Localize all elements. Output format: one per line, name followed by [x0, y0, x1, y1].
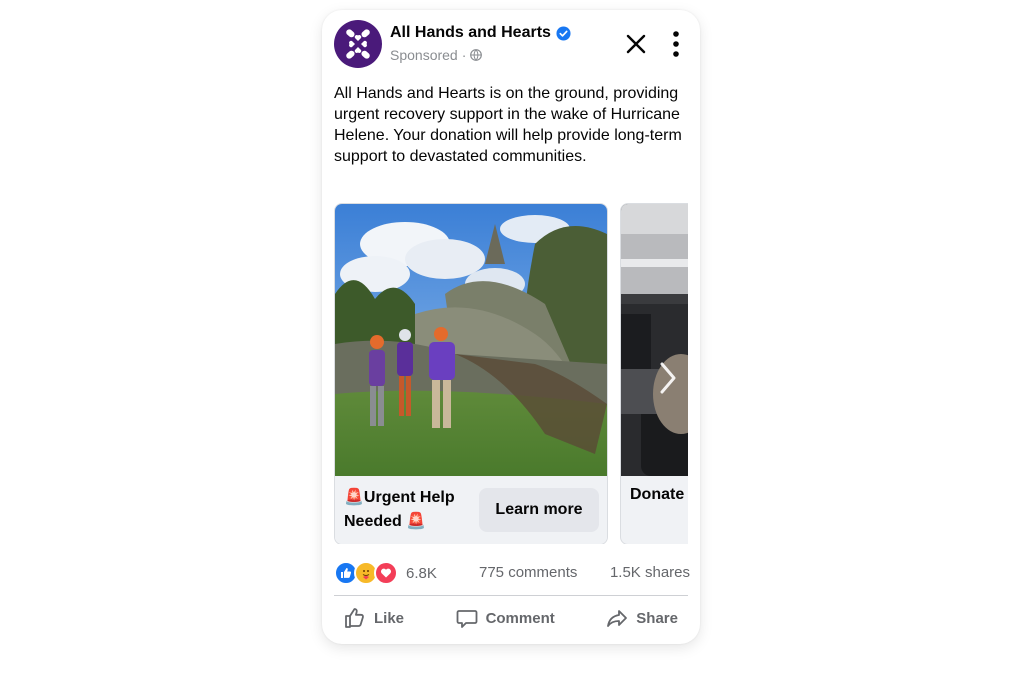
share-button[interactable]: Share: [596, 607, 688, 629]
comment-label: Comment: [485, 609, 555, 627]
volunteers-fallen-tree-photo[interactable]: [335, 204, 607, 476]
post-actions-bar: Like Comment Share: [334, 601, 688, 635]
share-arrow-icon: [607, 610, 628, 627]
carousel-card-1-footer: 🚨Urgent Help Needed 🚨 Learn more: [335, 476, 607, 544]
engagement-stats: 6.8K 775 comments 1.5K shares: [334, 561, 690, 585]
ad-post-card: All Hands and Hearts Sponsored · All Han…: [322, 10, 700, 644]
verified-badge-icon: [556, 25, 571, 41]
reactions-summary[interactable]: 6.8K: [334, 561, 437, 585]
learn-more-button[interactable]: Learn more: [479, 488, 599, 532]
comment-bubble-icon: [456, 610, 477, 628]
comments-count[interactable]: 775 comments: [479, 564, 577, 581]
carousel-next-icon[interactable]: [652, 358, 682, 398]
page-avatar[interactable]: [334, 20, 382, 68]
page-name-text[interactable]: All Hands and Hearts: [390, 24, 551, 42]
page-name-link[interactable]: All Hands and Hearts: [390, 24, 571, 42]
close-icon[interactable]: [624, 32, 648, 56]
shares-count[interactable]: 1.5K shares: [610, 564, 690, 581]
reaction-count[interactable]: 6.8K: [406, 565, 437, 582]
hands-hearts-logo-icon: [346, 29, 370, 59]
share-label: Share: [636, 609, 678, 627]
comment-button[interactable]: Comment: [446, 607, 565, 629]
more-options-icon[interactable]: [668, 30, 684, 58]
like-label: Like: [374, 609, 405, 627]
love-icon: [374, 561, 398, 585]
sponsored-meta: Sponsored ·: [390, 47, 483, 63]
post-header: All Hands and Hearts Sponsored ·: [334, 20, 688, 72]
actions-divider: [334, 595, 688, 596]
card-2-headline[interactable]: Donate: [630, 486, 684, 504]
card-1-headline[interactable]: 🚨Urgent Help Needed 🚨: [344, 486, 469, 534]
thumbs-up-icon: [345, 608, 364, 628]
sponsored-label[interactable]: Sponsored: [390, 47, 458, 63]
ad-carousel[interactable]: 🚨Urgent Help Needed 🚨 Learn more Donate: [334, 203, 688, 544]
office-room-photo[interactable]: [621, 204, 688, 476]
carousel-card-1[interactable]: 🚨Urgent Help Needed 🚨 Learn more: [334, 203, 608, 544]
post-body-text: All Hands and Hearts is on the ground, p…: [334, 85, 682, 165]
globe-icon: [470, 49, 483, 61]
like-button[interactable]: Like: [334, 607, 414, 629]
meta-separator: ·: [461, 47, 467, 63]
